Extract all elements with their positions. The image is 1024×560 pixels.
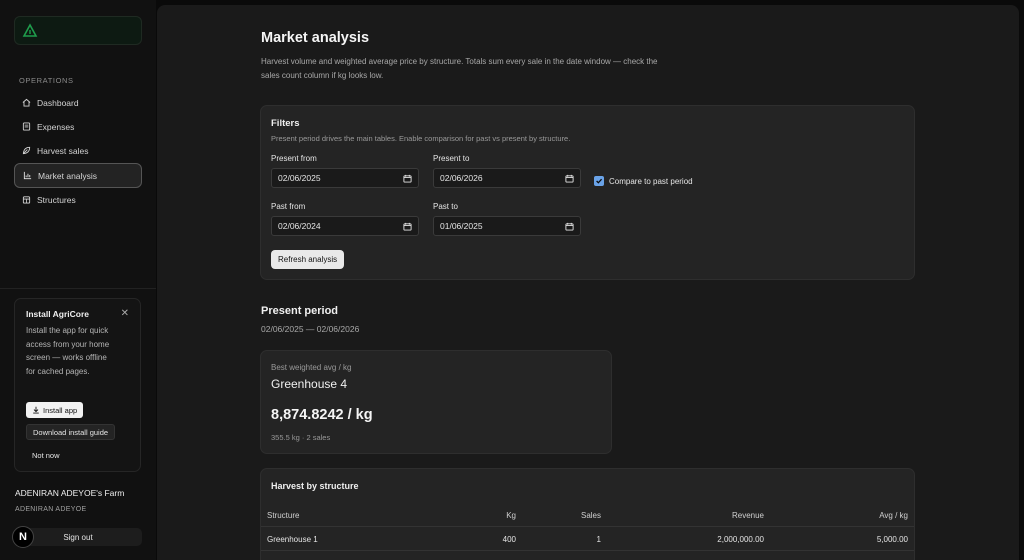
best-avg-card: Best weighted avg / kg Greenhouse 4 8,87… (260, 350, 612, 454)
present-from-label: Present from (271, 154, 317, 163)
filters-subtitle: Present period drives the main tables. E… (271, 134, 571, 143)
past-from-label: Past from (271, 202, 306, 211)
table-row: Greenhouse 1 400 1 2,000,000.00 5,000.00 (261, 527, 914, 551)
building-icon (22, 196, 31, 204)
sidebar-item-label: Market analysis (38, 170, 98, 181)
calendar-icon[interactable] (403, 222, 412, 231)
compare-checkbox[interactable] (594, 176, 604, 186)
cell-kg: 0 (512, 551, 516, 560)
owner-name: ADENIRAN ADEYOE (15, 506, 87, 513)
cell-sales: 0 (597, 551, 601, 560)
sidebar-item-label: Structures (37, 194, 76, 205)
leaf-icon (22, 146, 31, 155)
sidebar: OPERATIONS Dashboard Expenses Harvest sa… (0, 0, 156, 560)
close-icon[interactable]: ✕ (121, 308, 129, 319)
sidebar-item-market-analysis[interactable]: Market analysis (14, 163, 142, 188)
sidebar-item-dashboard[interactable]: Dashboard (14, 91, 142, 114)
sidebar-item-structures[interactable]: Structures (14, 188, 142, 211)
sidebar-divider (0, 288, 156, 289)
download-icon (33, 406, 39, 414)
home-icon (22, 98, 31, 107)
cell-sales: 1 (596, 534, 601, 544)
sidebar-item-expenses[interactable]: Expenses (14, 115, 142, 138)
app-root: OPERATIONS Dashboard Expenses Harvest sa… (0, 0, 1024, 560)
harvest-table: Structure Kg Sales Revenue Avg / kg Gree… (261, 503, 914, 560)
column-header-avg-kg[interactable]: Avg / kg (879, 503, 908, 527)
nav-section-label: OPERATIONS (19, 76, 74, 85)
calendar-icon[interactable] (403, 174, 412, 183)
page-title: Market analysis (261, 30, 370, 46)
cell-revenue: 0.00 (748, 551, 764, 560)
install-title: Install AgriCore (26, 309, 89, 319)
compare-toggle[interactable]: Compare to past period (594, 176, 693, 186)
sidebar-item-label: Dashboard (37, 97, 79, 108)
present-period-range: 02/06/2025 — 02/06/2026 (261, 324, 360, 334)
past-from-input[interactable]: 02/06/2024 (271, 216, 419, 236)
filters-card: Filters Present period drives the main t… (260, 105, 915, 280)
harvest-table-card: Harvest by structure Structure Kg Sales … (260, 468, 915, 560)
calendar-icon[interactable] (565, 222, 574, 231)
user-avatar[interactable]: N (12, 526, 34, 548)
table-header-row: Structure Kg Sales Revenue Avg / kg (261, 503, 914, 527)
sidebar-item-label: Expenses (37, 121, 75, 132)
bar-chart-icon (23, 171, 32, 180)
page-description: Harvest volume and weighted average pric… (261, 57, 658, 80)
cell-avg-kg: 0.00 (892, 551, 908, 560)
table-row: Greenhouse 2 0 0 0.00 0.00 (261, 551, 914, 560)
check-icon (596, 178, 603, 184)
download-guide-button[interactable]: Download install guide (26, 424, 116, 440)
harvest-table-title: Harvest by structure (271, 481, 359, 491)
column-header-revenue[interactable]: Revenue (732, 503, 764, 527)
present-from-value: 02/06/2025 (278, 173, 321, 183)
past-from-value: 02/06/2024 (278, 221, 321, 231)
column-header-kg[interactable]: Kg (506, 503, 516, 527)
best-structure-name: Greenhouse 4 (271, 377, 348, 391)
best-avg-meta: 355.5 kg · 2 sales (271, 433, 331, 442)
sidebar-item-label: Harvest sales (37, 145, 89, 156)
farm-name: ADENIRAN ADEYOE's Farm (15, 488, 125, 498)
present-to-input[interactable]: 02/06/2026 (433, 168, 581, 188)
receipt-icon (22, 122, 31, 131)
present-to-value: 02/06/2026 (440, 173, 483, 183)
present-period-title: Present period (261, 305, 339, 317)
column-header-structure[interactable]: Structure (267, 503, 299, 527)
best-avg-label: Best weighted avg / kg (271, 363, 352, 372)
past-to-value: 01/06/2025 (440, 221, 483, 231)
best-avg-value: 8,874.8242 / kg (271, 407, 373, 423)
filters-title: Filters (271, 118, 300, 129)
app-logo[interactable] (14, 16, 142, 45)
install-app-label: Install app (43, 405, 78, 415)
compare-label: Compare to past period (609, 176, 693, 186)
cell-avg-kg: 5,000.00 (876, 534, 908, 544)
past-to-input[interactable]: 01/06/2025 (433, 216, 581, 236)
past-to-label: Past to (433, 202, 458, 211)
install-app-button[interactable]: Install app (26, 402, 84, 418)
cell-structure: Greenhouse 1 (267, 534, 318, 544)
cell-kg: 400 (502, 534, 516, 544)
sidebar-item-harvest-sales[interactable]: Harvest sales (14, 139, 142, 162)
install-prompt-card: Install AgriCore ✕ Install the app for q… (14, 298, 141, 472)
column-header-sales[interactable]: Sales (581, 503, 601, 527)
cell-structure: Greenhouse 2 (267, 551, 318, 560)
calendar-icon[interactable] (565, 174, 574, 183)
refresh-analysis-button[interactable]: Refresh analysis (271, 250, 345, 269)
present-from-input[interactable]: 02/06/2025 (271, 168, 419, 188)
install-description: Install the app for quick access from yo… (26, 326, 110, 377)
present-to-label: Present to (433, 154, 470, 163)
cell-revenue: 2,000,000.00 (717, 534, 764, 544)
main-content: Market analysis Harvest volume and weigh… (157, 5, 1019, 560)
logo-triangle-icon (22, 23, 38, 37)
not-now-button[interactable]: Not now (26, 447, 66, 463)
